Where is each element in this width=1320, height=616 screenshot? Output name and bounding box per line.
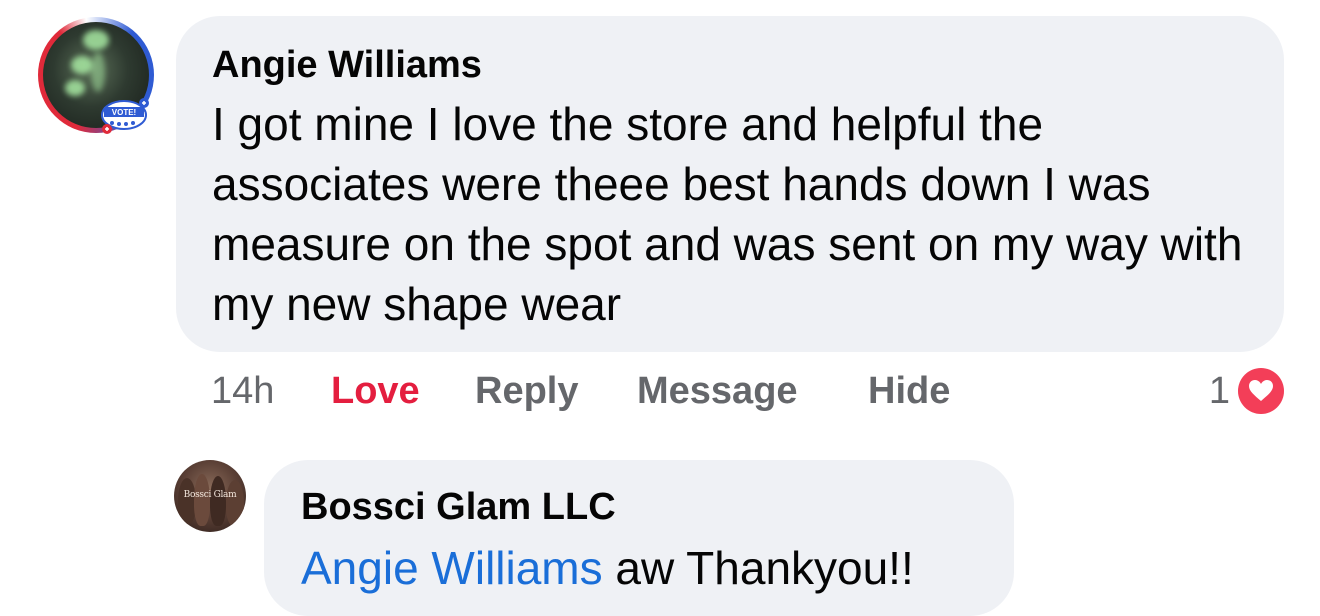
comment-author[interactable]: Angie Williams — [212, 44, 482, 87]
reply-bubble[interactable]: Bossci Glam LLC Angie Williams aw Thanky… — [264, 460, 1014, 616]
vote-badge-text: VOTE! — [112, 108, 136, 117]
heart-icon — [1238, 368, 1284, 414]
comment-bubble[interactable]: Angie Williams I got mine I love the sto… — [176, 16, 1284, 352]
reaction-count: 1 — [1208, 369, 1230, 412]
reply-avatar-logo-text: Bossci Glam — [183, 490, 237, 500]
comment-thread: VOTE! Angie Williams I got mine I love t… — [0, 0, 1320, 616]
reply-text: Angie Williams aw Thankyou!! — [301, 540, 914, 596]
message-button[interactable]: Message — [637, 370, 798, 413]
love-button[interactable]: Love — [331, 370, 420, 413]
mention-link[interactable]: Angie Williams — [301, 542, 603, 594]
reply-message: aw Thankyou!! — [602, 542, 914, 594]
avatar[interactable]: VOTE! — [38, 17, 154, 134]
comment-timestamp[interactable]: 14h — [211, 370, 274, 413]
vote-badge-icon: VOTE! — [101, 98, 149, 134]
reply-button[interactable]: Reply — [475, 370, 578, 413]
reply-author[interactable]: Bossci Glam LLC — [301, 486, 616, 529]
reaction-summary[interactable]: 1 — [1209, 366, 1284, 416]
comment-text: I got mine I love the store and helpful … — [212, 98, 1243, 330]
hide-button[interactable]: Hide — [868, 370, 950, 413]
reply-avatar[interactable]: Bossci Glam — [174, 460, 246, 532]
